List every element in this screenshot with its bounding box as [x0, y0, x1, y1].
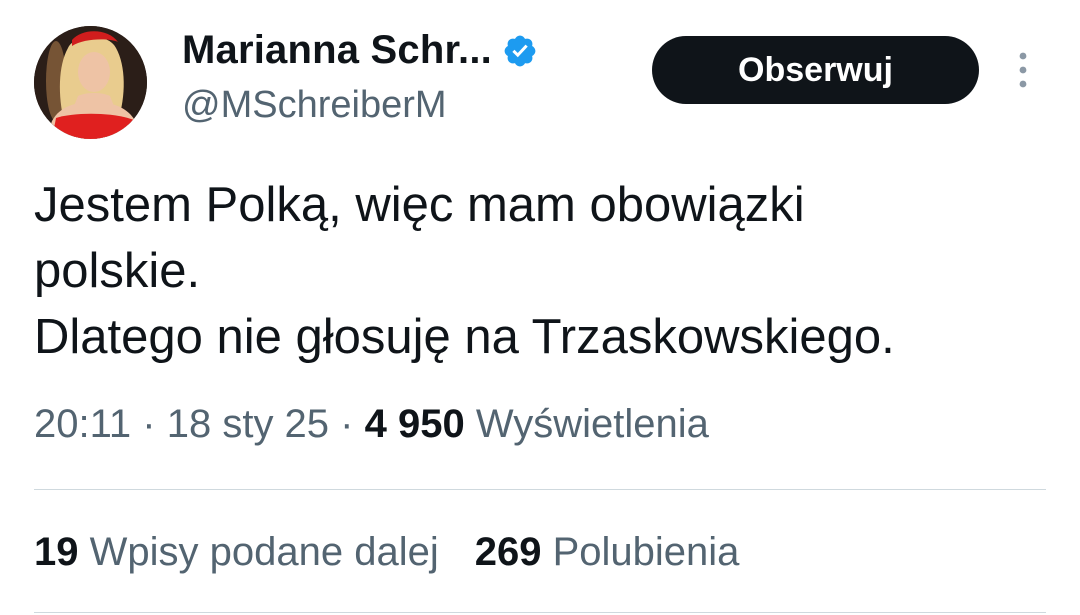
meta-separator: ·: [142, 402, 156, 446]
avatar-image: [34, 26, 147, 139]
tweet-text-line: Jestem Polką, więc mam obowiązki: [34, 178, 805, 232]
reposts-count: 19: [34, 530, 79, 574]
more-vertical-icon[interactable]: [1012, 50, 1034, 90]
author-name-row: Marianna Schr...: [182, 28, 538, 73]
tweet-date[interactable]: 18 sty 25: [167, 402, 329, 446]
likes-label: Polubienia: [552, 530, 740, 574]
verified-badge-icon: [504, 35, 536, 66]
views-label: Wyświetlenia: [475, 402, 709, 446]
follow-button[interactable]: Obserwuj: [652, 36, 979, 104]
engagement-stats: 19 Wpisy podane dalej 269 Polubienia: [34, 530, 739, 575]
tweet-text-line: Dlatego nie głosuję na Trzaskowskiego.: [34, 310, 895, 364]
reposts-stat[interactable]: 19 Wpisy podane dalej: [34, 530, 439, 575]
author-display-name[interactable]: Marianna Schr...: [182, 28, 492, 73]
views-count: 4 950: [364, 402, 465, 446]
tweet-text: Jestem Polką, więc mam obowiązki polskie…: [34, 172, 1044, 370]
divider: [34, 489, 1046, 490]
tweet-card: Marianna Schr... @MSchreiberM Obserwuj J…: [0, 0, 1080, 615]
likes-count: 269: [474, 530, 542, 574]
tweet-time[interactable]: 20:11: [34, 402, 131, 446]
reposts-label: Wpisy podane dalej: [89, 530, 439, 574]
avatar[interactable]: [34, 26, 147, 139]
divider: [34, 612, 1046, 613]
tweet-meta: 20:11 · 18 sty 25 · 4 950 Wyświetlenia: [34, 402, 709, 447]
meta-separator: ·: [340, 402, 354, 446]
tweet-text-line: polskie.: [34, 244, 201, 298]
author-handle[interactable]: @MSchreiberM: [182, 84, 447, 127]
likes-stat[interactable]: 269 Polubienia: [475, 530, 740, 575]
